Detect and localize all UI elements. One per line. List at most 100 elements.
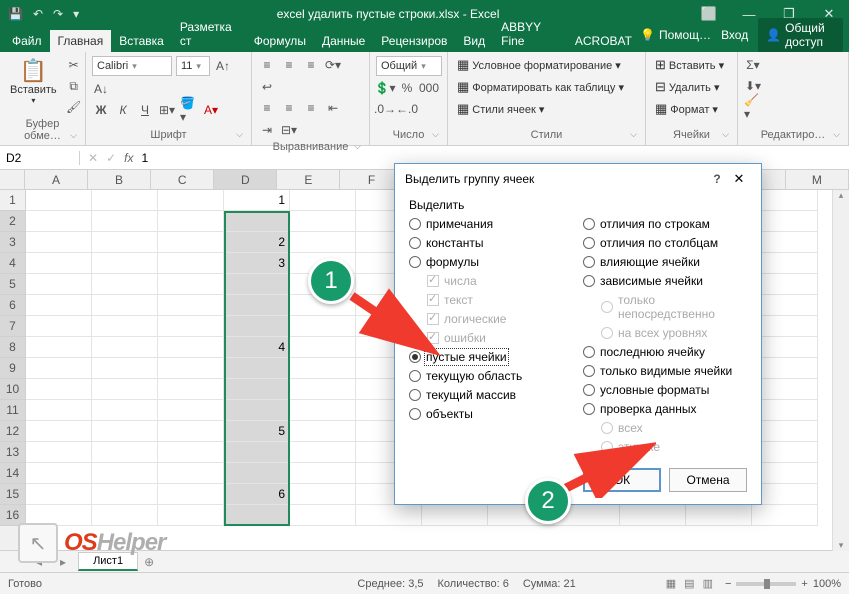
tab-acrobat[interactable]: ACROBAT [567,30,640,52]
cell[interactable] [158,337,224,358]
ok-button[interactable]: ОК [583,468,661,492]
cell[interactable] [158,505,224,526]
cell[interactable] [92,442,158,463]
zoom-slider[interactable] [736,582,796,586]
minimize-icon[interactable]: — [729,0,769,28]
colhdr-d[interactable]: D [214,170,277,189]
cell[interactable] [224,379,290,400]
cell[interactable] [158,274,224,295]
delete-cells-button[interactable]: ⊟Удалить ▾ [652,78,722,96]
cell[interactable] [26,379,92,400]
cell[interactable]: 2 [224,232,290,253]
clear-icon[interactable]: 🧹▾ [744,98,762,116]
percent-icon[interactable]: % [398,79,416,97]
align-bottom-icon[interactable]: ≡ [302,56,320,74]
cell[interactable] [92,484,158,505]
cut-icon[interactable]: ✂ [65,56,83,74]
orientation-icon[interactable]: ⟳▾ [324,56,342,74]
vertical-scrollbar[interactable] [832,190,849,551]
cell[interactable] [356,505,422,526]
cancel-button[interactable]: Отмена [669,468,747,492]
cell[interactable] [290,316,356,337]
view-pagelayout-icon[interactable]: ▤ [684,577,694,590]
cell[interactable] [290,442,356,463]
increase-font-icon[interactable]: A↑ [214,57,232,75]
colhdr-b[interactable]: B [88,170,151,189]
decrease-font-icon[interactable]: A↓ [92,80,110,98]
cell[interactable] [290,400,356,421]
tab-review[interactable]: Рецензиров [373,30,455,52]
cell[interactable] [290,463,356,484]
cell[interactable] [26,463,92,484]
cell[interactable]: 6 [224,484,290,505]
rowhdr-7[interactable]: 7 [0,316,25,337]
dialog-close-icon[interactable]: ✕ [727,171,751,187]
cell[interactable] [158,358,224,379]
indent-dec-icon[interactable]: ⇤ [324,99,342,117]
cell[interactable] [290,358,356,379]
cell[interactable] [26,400,92,421]
cell[interactable] [224,316,290,337]
cell[interactable] [158,379,224,400]
cell[interactable] [26,190,92,211]
cell[interactable] [158,232,224,253]
cell[interactable] [26,316,92,337]
redo-icon[interactable]: ↷ [53,7,63,21]
cell[interactable] [92,316,158,337]
cell[interactable] [26,358,92,379]
cell[interactable] [686,505,752,526]
cell-styles-button[interactable]: ▦Стили ячеек ▾ [454,100,547,118]
name-box[interactable]: D2 [0,151,80,165]
radio-formulas[interactable]: формулы [409,255,573,269]
tab-view[interactable]: Вид [455,30,493,52]
cell[interactable] [290,211,356,232]
dialog-help-icon[interactable]: ? [707,172,727,186]
insert-cells-button[interactable]: ⊞Вставить ▾ [652,56,727,74]
fill-color-icon[interactable]: 🪣▾ [180,101,198,119]
rowhdr-14[interactable]: 14 [0,463,25,484]
radio-constants[interactable]: константы [409,236,573,250]
radio-visible[interactable]: только видимые ячейки [583,364,747,378]
radio-comments[interactable]: примечания [409,217,573,231]
radio-cond-formats[interactable]: условные форматы [583,383,747,397]
cell[interactable] [158,484,224,505]
cell[interactable] [158,253,224,274]
cell[interactable] [224,358,290,379]
undo-icon[interactable]: ↶ [33,7,43,21]
radio-current-region[interactable]: текущую область [409,369,573,383]
bold-icon[interactable]: Ж [92,101,110,119]
cell[interactable] [92,253,158,274]
ribbon-options-icon[interactable]: ⬜ [689,0,729,28]
cell[interactable] [92,421,158,442]
indent-inc-icon[interactable]: ⇥ [258,121,276,139]
cell[interactable] [224,463,290,484]
cell[interactable]: 4 [224,337,290,358]
tab-data[interactable]: Данные [314,30,373,52]
rowhdr-3[interactable]: 3 [0,232,25,253]
tab-pagelayout[interactable]: Разметка ст [172,16,246,52]
cell[interactable] [92,274,158,295]
cell[interactable] [158,400,224,421]
cell[interactable] [92,400,158,421]
format-cells-button[interactable]: ▦Формат ▾ [652,100,721,118]
tab-file[interactable]: Файл [4,30,50,52]
maximize-icon[interactable]: ❐ [769,0,809,28]
number-format-combo[interactable]: Общий [376,56,442,76]
cell[interactable] [26,484,92,505]
cell[interactable] [158,421,224,442]
cell[interactable] [158,211,224,232]
cell[interactable] [290,379,356,400]
cell[interactable]: 3 [224,253,290,274]
cell[interactable]: 1 [224,190,290,211]
cell[interactable] [26,442,92,463]
cell[interactable] [92,295,158,316]
cell[interactable] [224,211,290,232]
align-center-icon[interactable]: ≡ [280,99,298,117]
cell[interactable] [290,505,356,526]
cell[interactable] [26,421,92,442]
borders-icon[interactable]: ⊞▾ [158,101,176,119]
colhdr-m[interactable]: M [786,170,849,189]
zoom-out-icon[interactable]: − [725,578,731,590]
cell[interactable] [26,232,92,253]
radio-blanks[interactable]: пустые ячейки [409,350,573,364]
